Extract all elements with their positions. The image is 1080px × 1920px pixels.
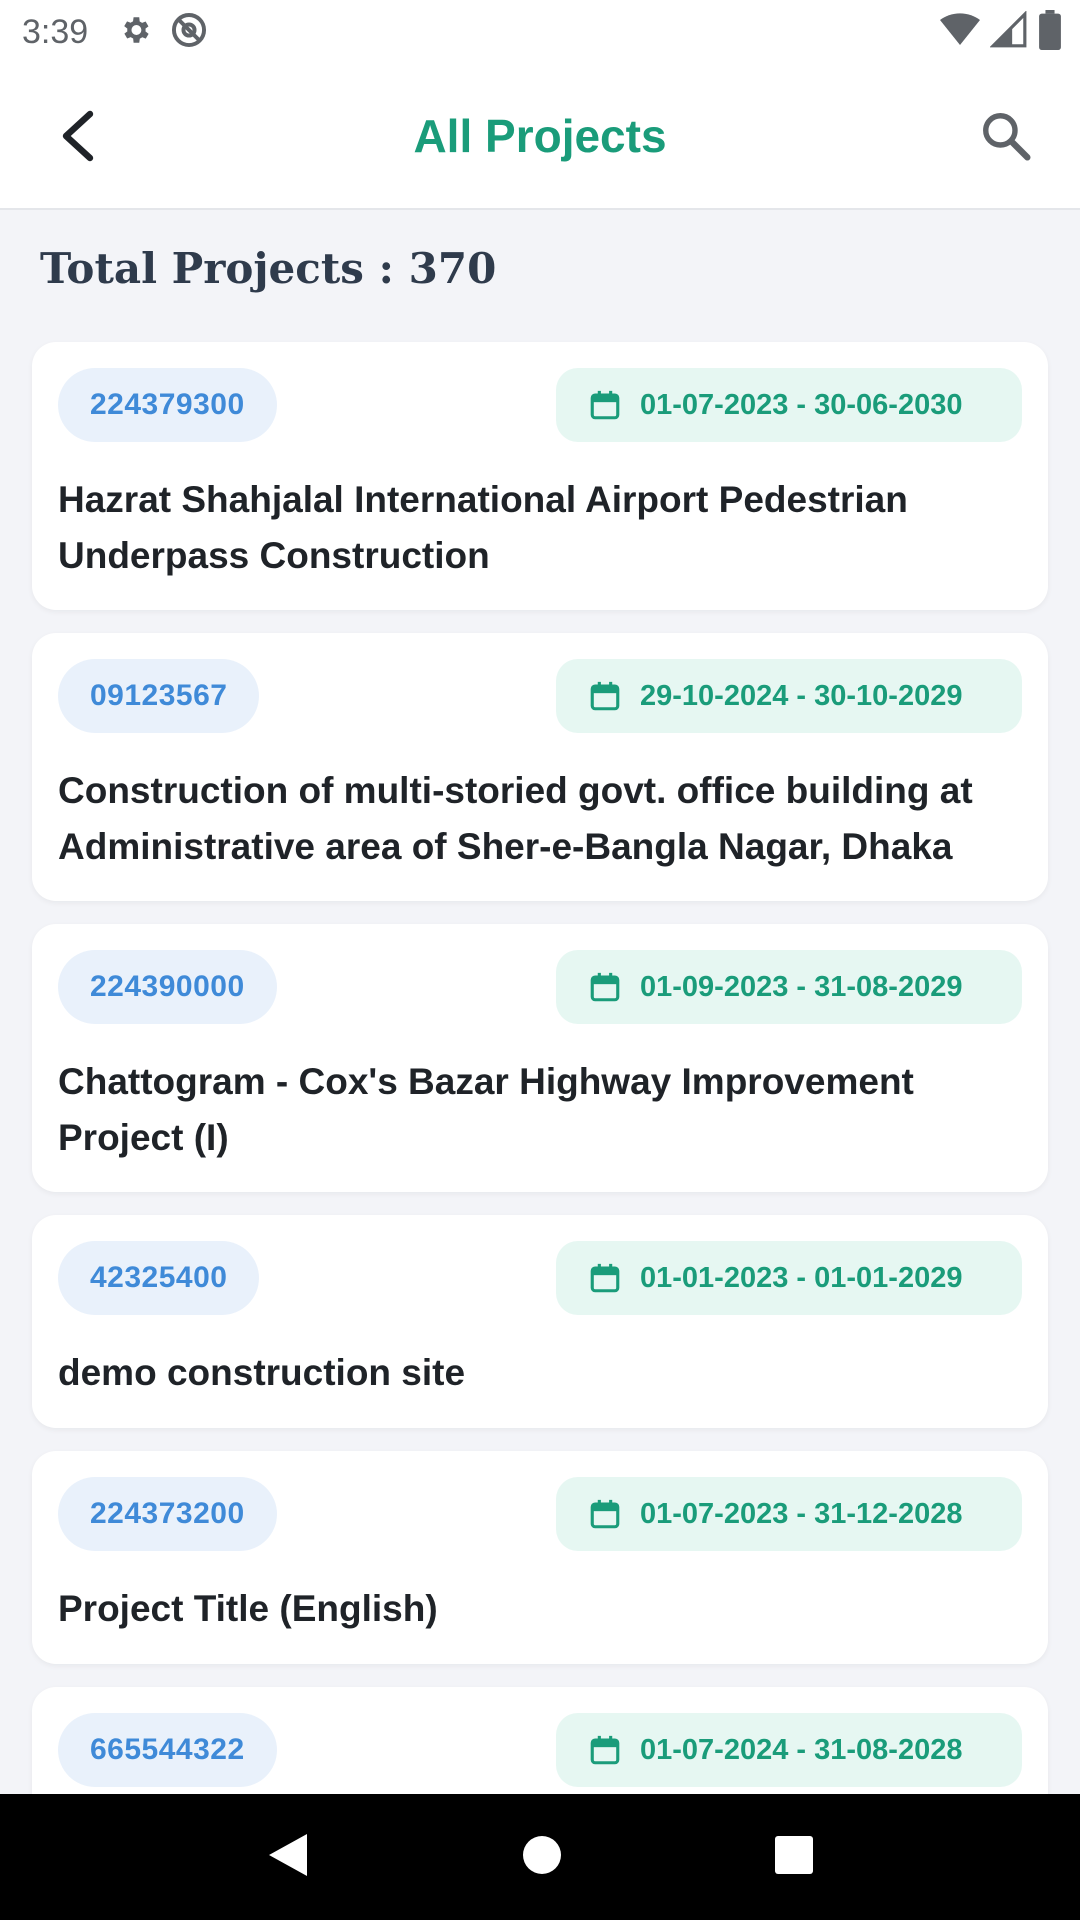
back-button[interactable] <box>48 108 108 168</box>
project-dates: 01-07-2024 - 31-08-2028 <box>640 1733 963 1766</box>
project-code-chip: 224373200 <box>58 1477 277 1551</box>
project-card[interactable]: 665544322 01-07-2024 - 31-08-2028 <box>32 1687 1048 1794</box>
project-date-chip: 29-10-2024 - 30-10-2029 <box>556 659 1022 733</box>
status-time: 3:39 <box>22 12 89 51</box>
gear-icon <box>118 13 152 52</box>
calendar-icon <box>588 388 622 422</box>
project-title: demo construction site <box>58 1352 466 1393</box>
project-dates: 01-07-2023 - 31-12-2028 <box>640 1497 963 1530</box>
project-dates: 29-10-2024 - 30-10-2029 <box>640 679 963 712</box>
project-card[interactable]: 224373200 01-07-2023 - 31-12-2028 Projec… <box>32 1451 1048 1664</box>
project-dates: 01-01-2023 - 01-01-2029 <box>640 1261 963 1294</box>
home-circle-icon[interactable] <box>520 1833 564 1882</box>
calendar-icon <box>588 970 622 1004</box>
total-projects: Total Projects : 370 <box>40 244 497 293</box>
project-date-chip: 01-07-2024 - 31-08-2028 <box>556 1713 1022 1787</box>
project-title: Chattogram - Cox's Bazar Highway Improve… <box>58 1061 914 1158</box>
calendar-icon <box>588 1497 622 1531</box>
project-date-chip: 01-07-2023 - 31-12-2028 <box>556 1477 1022 1551</box>
project-list[interactable]: Total Projects : 370 224379300 01-07-202… <box>0 212 1080 1794</box>
wifi-icon <box>940 10 980 55</box>
calendar-icon <box>588 679 622 713</box>
at-sign-icon <box>170 11 208 54</box>
system-nav-bar <box>0 1794 1080 1920</box>
project-code-chip: 42325400 <box>58 1241 260 1315</box>
page-title: All Projects <box>413 110 667 162</box>
project-code-chip: 665544322 <box>58 1713 277 1787</box>
project-card[interactable]: 42325400 01-01-2023 - 01-01-2029 demo co… <box>32 1215 1048 1428</box>
project-card[interactable]: 09123567 29-10-2024 - 30-10-2029 Constru… <box>32 633 1048 901</box>
project-code-chip: 224390000 <box>58 950 277 1024</box>
calendar-icon <box>588 1261 622 1295</box>
recents-square-icon[interactable] <box>773 1834 815 1881</box>
back-triangle-icon[interactable] <box>265 1830 311 1885</box>
project-date-chip: 01-07-2023 - 30-06-2030 <box>556 368 1022 442</box>
project-code-chip: 09123567 <box>58 659 260 733</box>
project-title: Construction of multi-storied govt. offi… <box>58 770 973 867</box>
project-dates: 01-07-2023 - 30-06-2030 <box>640 388 963 421</box>
project-card[interactable]: 224390000 01-09-2023 - 31-08-2029 Chatto… <box>32 924 1048 1192</box>
project-date-chip: 01-09-2023 - 31-08-2029 <box>556 950 1022 1024</box>
battery-icon <box>1038 10 1062 55</box>
project-dates: 01-09-2023 - 31-08-2029 <box>640 970 963 1003</box>
search-button[interactable] <box>974 106 1038 170</box>
project-code-chip: 224379300 <box>58 368 277 442</box>
chevron-left-icon <box>58 110 98 167</box>
project-card[interactable]: 224379300 01-07-2023 - 30-06-2030 Hazrat… <box>32 342 1048 610</box>
calendar-icon <box>588 1733 622 1767</box>
status-bar: 3:39 <box>0 0 1080 64</box>
project-date-chip: 01-01-2023 - 01-01-2029 <box>556 1241 1022 1315</box>
signal-icon <box>989 10 1028 54</box>
project-title: Hazrat Shahjalal International Airport P… <box>58 479 908 576</box>
search-icon <box>979 109 1033 168</box>
app-bar: All Projects <box>0 64 1080 210</box>
project-title: Project Title (English) <box>58 1588 438 1629</box>
